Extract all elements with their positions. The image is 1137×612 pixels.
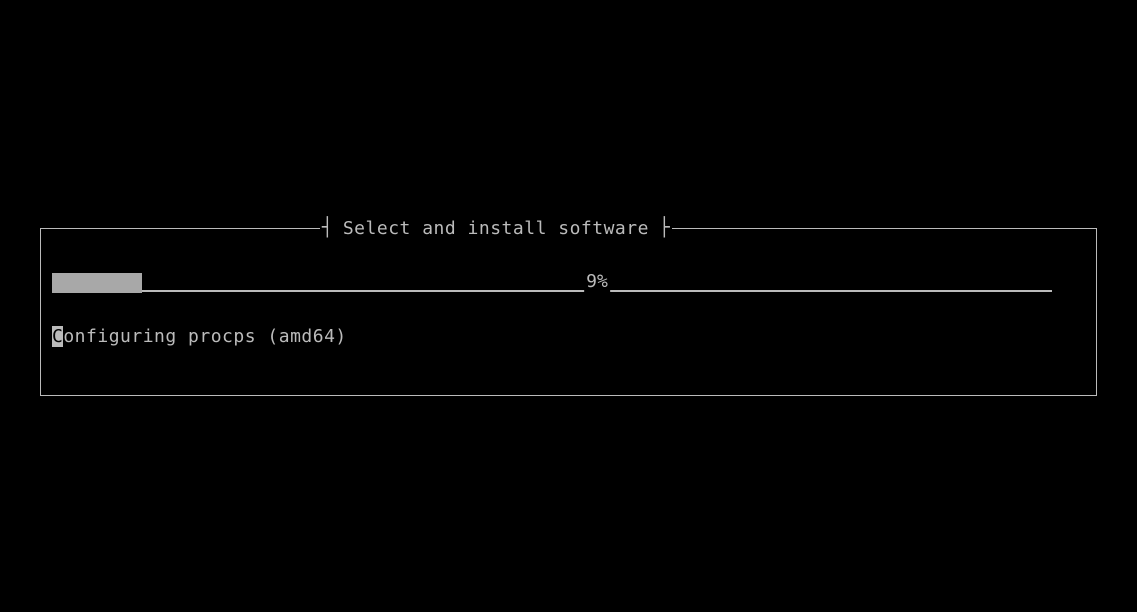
status-text: Configuring procps (amd64) xyxy=(52,326,347,347)
progress-bar-container: 9% xyxy=(52,273,1052,293)
status-text-rest: onfiguring procps (amd64) xyxy=(63,326,346,347)
installer-dialog xyxy=(40,228,1097,396)
progress-bar-track: 9% xyxy=(142,290,1052,292)
progress-bar-fill xyxy=(52,273,142,293)
progress-percent-label: 9% xyxy=(584,271,610,292)
cursor-block: C xyxy=(52,326,63,347)
